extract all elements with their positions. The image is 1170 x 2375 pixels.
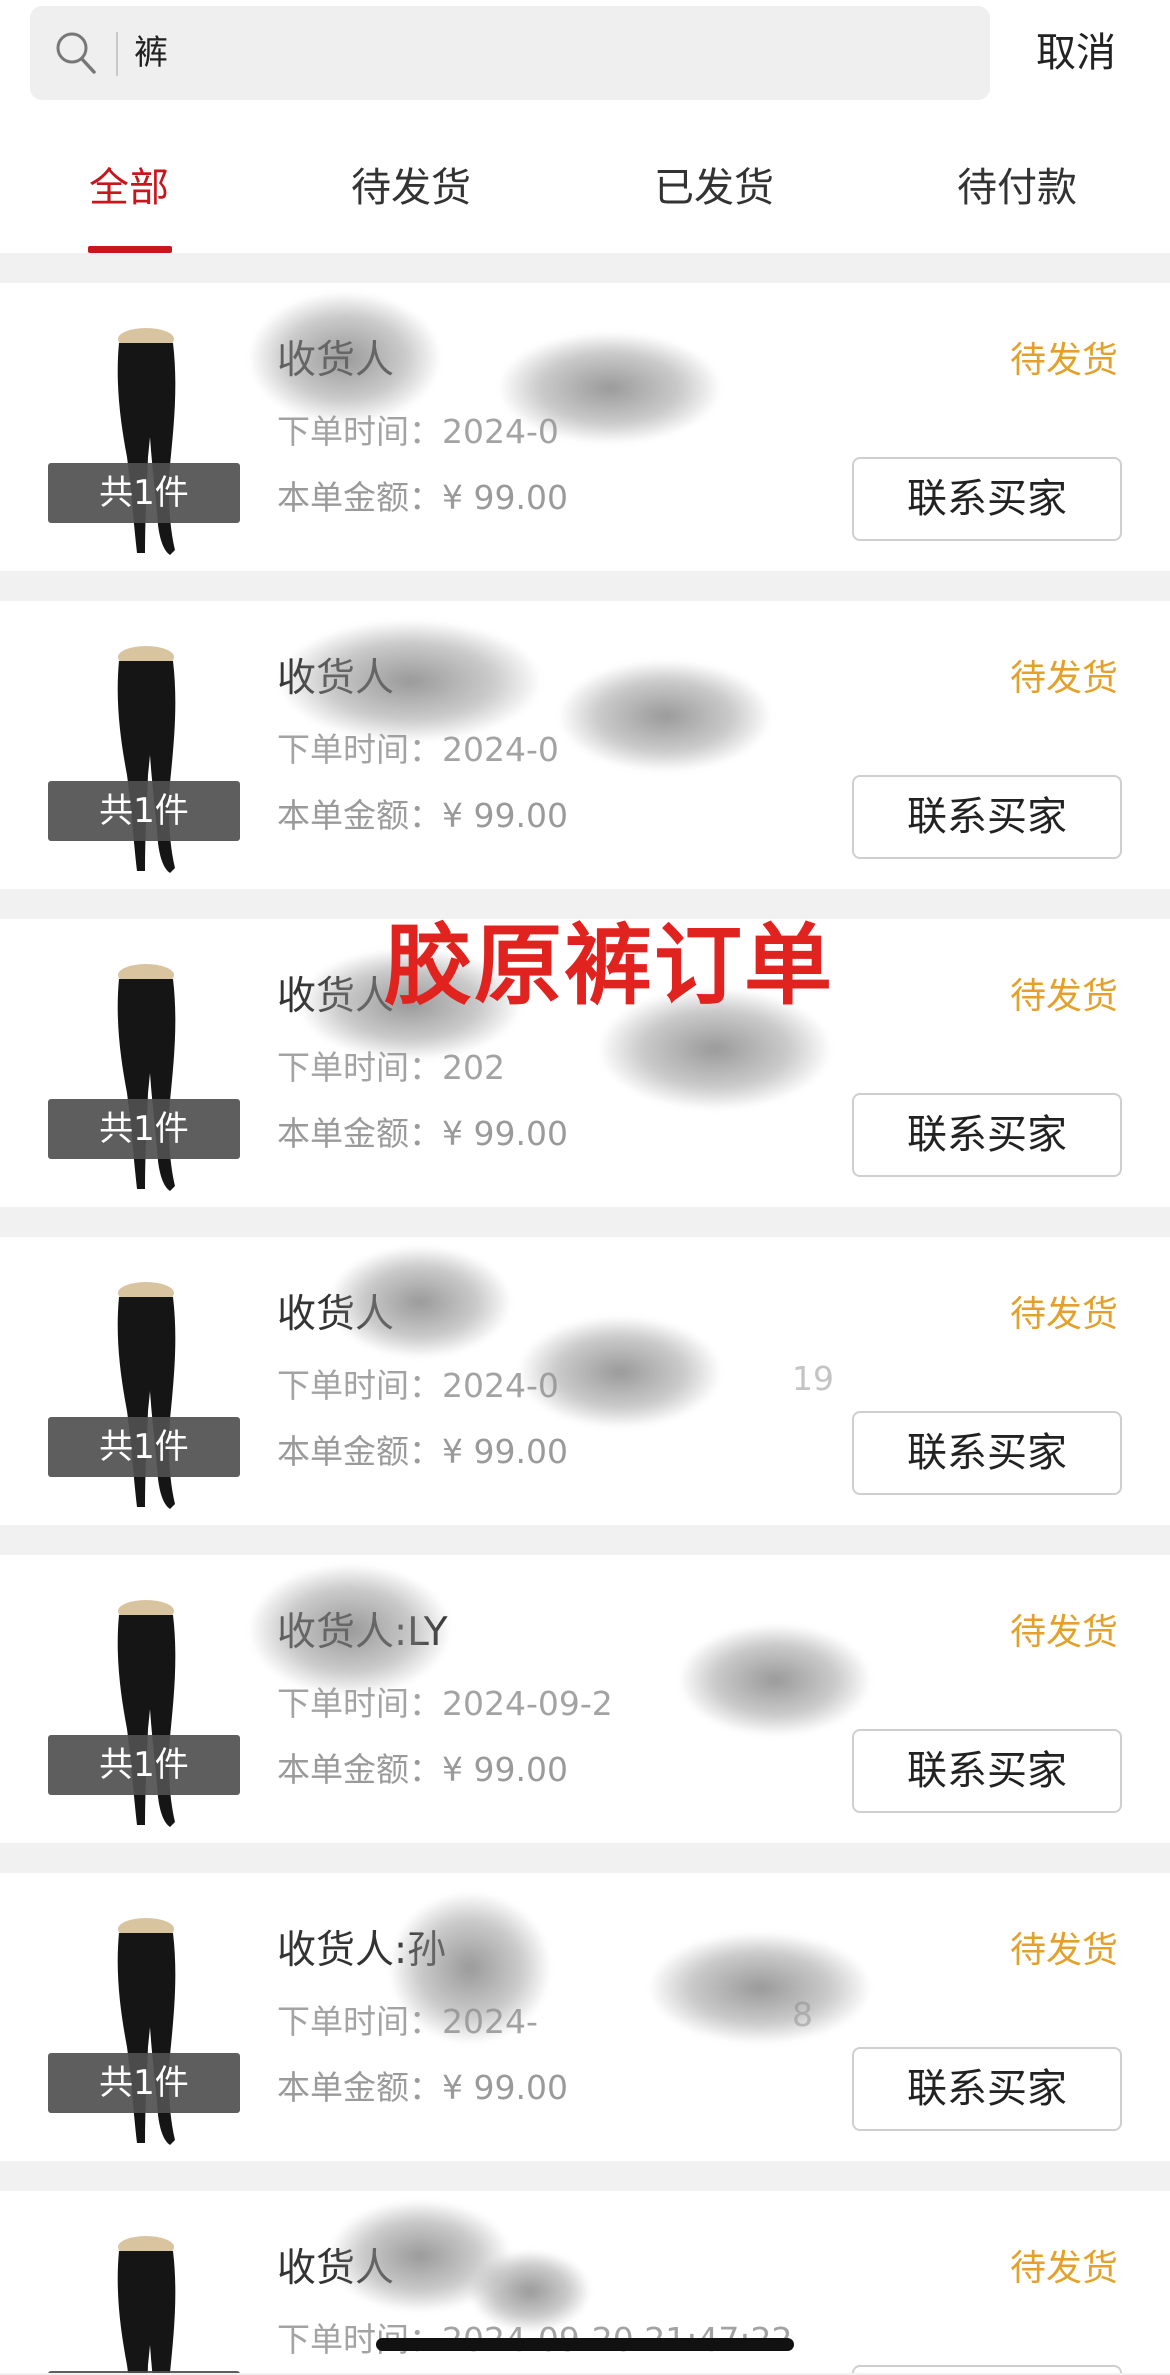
order-time-tail: 19 <box>792 1359 834 1398</box>
search-input[interactable]: 裤 <box>134 6 168 100</box>
order-amount: 本单金额：¥ 99.00 <box>277 2068 568 2107</box>
home-indicator <box>376 2338 794 2351</box>
status-badge: 待发货 <box>1009 1930 1118 1971</box>
redaction-blur <box>560 661 770 771</box>
order-card[interactable]: 共1件 收货人 下单时间：2024-0 19 本单金额：¥ 99.00 待发货 … <box>0 1237 1170 1525</box>
item-count-badge: 共1件 <box>48 1735 240 1795</box>
status-badge: 待发货 <box>1009 2248 1118 2289</box>
redaction-blur <box>680 1625 870 1735</box>
order-card[interactable]: 共1件 收货人 下单时间：2024-0 本单金额：¥ 99.00 待发货 联系买… <box>0 283 1170 571</box>
redaction-blur <box>250 293 440 423</box>
tab-pending-shipment[interactable]: 待发货 <box>351 158 471 218</box>
item-count-badge: 共1件 <box>48 2053 240 2113</box>
header: 裤 取消 全部 待发货 已发货 待付款 <box>0 0 1170 253</box>
redaction-blur <box>500 333 720 443</box>
order-amount: 本单金额：¥ 99.00 <box>277 1432 568 1471</box>
order-amount: 本单金额：¥ 99.00 <box>277 478 568 517</box>
redaction-blur <box>250 1565 450 1695</box>
contact-buyer-button[interactable]: 联系买家 <box>852 457 1122 541</box>
search-icon <box>56 32 96 74</box>
contact-buyer-button[interactable]: 联系买家 <box>852 1411 1122 1495</box>
order-amount: 本单金额：¥ 99.00 <box>277 796 568 835</box>
status-badge: 待发货 <box>1009 340 1118 381</box>
item-count-badge: 共1件 <box>48 1099 240 1159</box>
order-amount: 本单金额：¥ 99.00 <box>277 1114 568 1153</box>
order-search-page: 裤 取消 全部 待发货 已发货 待付款 共1件 收货人 下单时间：2024-0 … <box>0 0 1170 2375</box>
order-time: 下单时间：2024-0 <box>277 1366 559 1405</box>
order-card[interactable]: 共1件 收货人:LY 下单时间：2024-09-2 本单金额：¥ 99.00 待… <box>0 1555 1170 1843</box>
redaction-blur <box>470 2251 590 2331</box>
active-tab-indicator <box>88 246 172 253</box>
contact-buyer-button[interactable]: 联系买家 <box>852 1093 1122 1177</box>
order-card[interactable]: 共1件 收货人:孙 下单时间：2024- 8 本单金额：¥ 99.00 待发货 … <box>0 1873 1170 2161</box>
contact-buyer-button[interactable]: 联系买家 <box>852 1729 1122 1813</box>
order-amount: 本单金额：¥ 99.00 <box>277 1750 568 1789</box>
redaction-blur <box>280 621 540 741</box>
tab-pending-payment[interactable]: 待付款 <box>957 158 1077 218</box>
item-count-badge: 共1件 <box>48 781 240 841</box>
redaction-blur <box>520 1317 720 1427</box>
item-count-badge: 共1件 <box>48 463 240 523</box>
cancel-button[interactable]: 取消 <box>1036 22 1116 84</box>
item-count-badge: 共1件 <box>48 2371 240 2373</box>
status-badge: 待发货 <box>1009 1294 1118 1335</box>
search-caret-divider <box>116 32 118 76</box>
tab-shipped[interactable]: 已发货 <box>654 158 774 218</box>
contact-buyer-button[interactable]: 联系买家 <box>852 2365 1122 2373</box>
order-list: 共1件 收货人 下单时间：2024-0 本单金额：¥ 99.00 待发货 联系买… <box>0 283 1170 2373</box>
search-bar[interactable]: 裤 <box>30 6 990 100</box>
contact-buyer-button[interactable]: 联系买家 <box>852 775 1122 859</box>
order-card[interactable]: 共1件 收货人 下单时间：2024-0 本单金额：¥ 99.00 待发货 联系买… <box>0 601 1170 889</box>
overlay-title: 胶原裤订单 <box>384 914 835 1017</box>
item-count-badge: 共1件 <box>48 1417 240 1477</box>
status-badge: 待发货 <box>1009 1612 1118 1653</box>
redaction-blur <box>390 1893 550 2043</box>
leggings-thumbnail[interactable] <box>112 2233 180 2373</box>
redaction-blur <box>650 1933 870 2043</box>
tab-all[interactable]: 全部 <box>89 158 169 218</box>
status-badge: 待发货 <box>1009 976 1118 1017</box>
status-badge: 待发货 <box>1009 658 1118 699</box>
contact-buyer-button[interactable]: 联系买家 <box>852 2047 1122 2131</box>
redaction-blur <box>330 1247 510 1357</box>
